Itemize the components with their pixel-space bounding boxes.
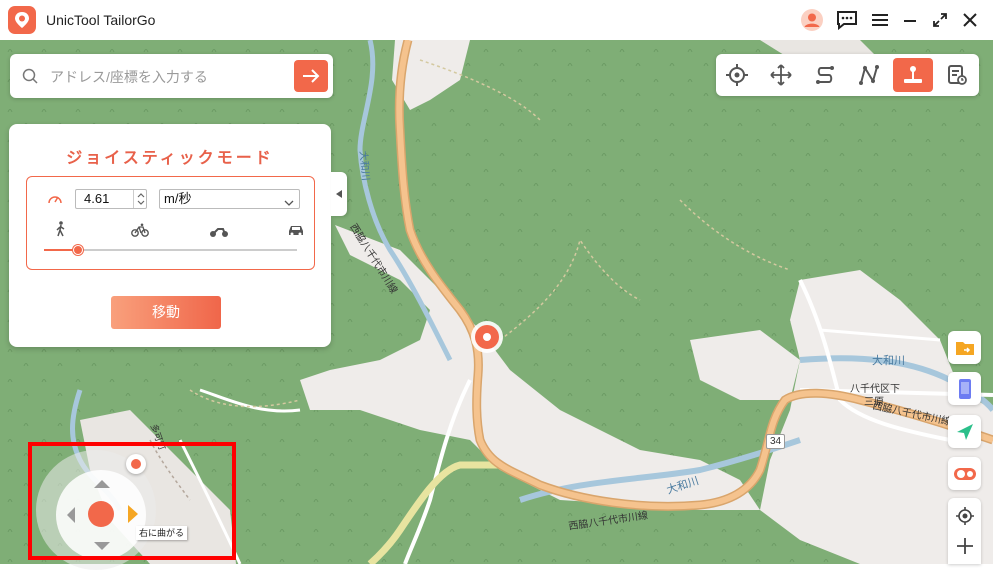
river-label: 大和川 xyxy=(872,355,905,367)
message-icon[interactable] xyxy=(835,8,859,32)
speed-settings: 4.61 m/秒 xyxy=(26,176,315,270)
menu-icon[interactable] xyxy=(868,8,892,32)
river-label: 大和川 xyxy=(357,150,371,182)
route-s-icon xyxy=(816,66,834,84)
route-number-badge: 34 xyxy=(766,434,786,449)
joystick-mode-button[interactable] xyxy=(893,58,933,92)
speedometer-icon xyxy=(47,191,63,212)
panel-collapse-button[interactable] xyxy=(331,172,347,216)
search-box xyxy=(10,54,333,98)
joystick-mode-panel: ジョイスティックモード 4.61 m/秒 移動 xyxy=(9,124,331,347)
folder-button[interactable] xyxy=(948,331,981,364)
phone-icon xyxy=(958,378,971,399)
move-arrows-icon xyxy=(770,64,792,86)
panel-title: ジョイスティックモード xyxy=(66,148,274,167)
move-mode-button[interactable] xyxy=(761,58,801,92)
mode-toolbar xyxy=(716,54,979,96)
maximize-icon[interactable] xyxy=(928,8,952,32)
user-avatar-icon[interactable] xyxy=(800,8,824,32)
highlight-frame xyxy=(28,442,236,560)
speed-unit-select[interactable]: m/秒 xyxy=(159,189,300,209)
plus-icon xyxy=(957,538,973,554)
close-icon[interactable] xyxy=(958,8,982,32)
motorcycle-icon[interactable] xyxy=(209,225,229,243)
speed-slider-fill xyxy=(44,249,77,251)
arrow-right-icon xyxy=(303,69,320,83)
crosshair-icon xyxy=(726,64,748,86)
search-icon xyxy=(22,68,38,89)
move-button[interactable]: 移動 xyxy=(111,296,221,329)
area-label: 三原 xyxy=(864,397,884,408)
app-title: UnicTool TailorGo xyxy=(46,12,156,28)
bicycle-icon[interactable] xyxy=(131,223,149,242)
send-icon xyxy=(956,423,973,440)
car-icon[interactable] xyxy=(287,223,305,242)
speed-unit-value: m/秒 xyxy=(164,191,192,206)
app-logo-icon xyxy=(8,6,36,34)
joystick-icon xyxy=(904,66,922,83)
title-bar: UnicTool TailorGo xyxy=(0,0,993,40)
two-spot-mode-button[interactable] xyxy=(805,58,845,92)
folder-icon xyxy=(955,341,974,355)
multi-spot-mode-button[interactable] xyxy=(849,58,889,92)
toggle-icon xyxy=(953,467,976,480)
locate-icon xyxy=(956,507,974,525)
speed-stepper[interactable] xyxy=(133,190,148,208)
walk-icon[interactable] xyxy=(55,221,67,242)
caret-left-icon xyxy=(336,190,342,198)
zoom-controls xyxy=(948,498,981,564)
send-location-button[interactable] xyxy=(948,415,981,448)
chevron-down-icon xyxy=(284,194,294,212)
history-doc-icon xyxy=(948,65,967,85)
toggle-button[interactable] xyxy=(948,457,981,490)
history-button[interactable] xyxy=(937,58,977,92)
search-input[interactable] xyxy=(48,64,297,90)
teleport-mode-button[interactable] xyxy=(717,58,757,92)
search-submit-button[interactable] xyxy=(294,60,328,92)
device-button[interactable] xyxy=(948,372,981,405)
multi-route-icon xyxy=(859,65,879,85)
speed-slider[interactable] xyxy=(44,245,297,255)
zoom-in-button[interactable] xyxy=(955,536,975,561)
minimize-icon[interactable] xyxy=(898,8,922,32)
speed-slider-thumb[interactable] xyxy=(72,245,83,255)
locate-me-button[interactable] xyxy=(955,506,975,531)
